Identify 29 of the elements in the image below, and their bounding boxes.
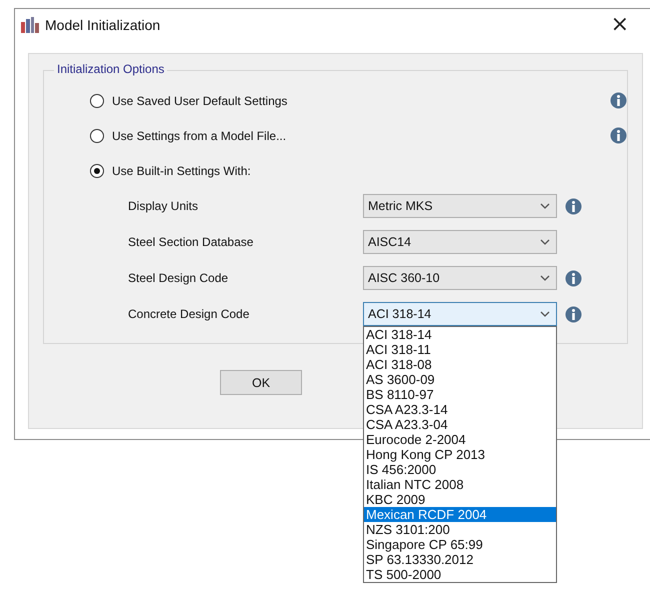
- setting-label: Concrete Design Code: [128, 307, 250, 321]
- caret-icon: [540, 203, 550, 209]
- close-button[interactable]: ×: [604, 14, 635, 36]
- ok-button[interactable]: OK: [220, 370, 302, 395]
- setting-label: Display Units: [128, 199, 200, 213]
- setting-label: Steel Design Code: [128, 271, 230, 285]
- dropdown[interactable]: ACI 318-14: [363, 302, 557, 326]
- option-label: Use Built-in Settings With:: [112, 164, 252, 178]
- app-icon: [21, 17, 39, 33]
- option-label: Use Settings from a Model File...: [112, 128, 288, 142]
- info-icon[interactable]: [610, 92, 626, 109]
- dropdown-option[interactable]: Mexican RCDF 2004: [364, 507, 556, 522]
- radio-button[interactable]: [90, 128, 104, 142]
- setting-label: Steel Section Database: [128, 235, 254, 249]
- info-icon[interactable]: [564, 270, 582, 286]
- dropdown[interactable]: AISC 360-10: [363, 266, 557, 290]
- info-icon[interactable]: [564, 198, 582, 214]
- info-icon[interactable]: [610, 127, 626, 144]
- caret-icon: [540, 275, 550, 281]
- window-title: Model Initialization: [45, 17, 162, 33]
- option-label: Use Saved User Default Settings: [112, 94, 288, 108]
- group-label: Initialization Options: [54, 62, 168, 76]
- info-icon[interactable]: [564, 306, 582, 322]
- caret-icon: [540, 311, 550, 317]
- dropdown[interactable]: Metric MKS: [363, 194, 557, 218]
- dropdown[interactable]: AISC14: [363, 230, 557, 254]
- radio-button[interactable]: [90, 94, 104, 108]
- caret-icon: [540, 239, 550, 245]
- radio-button[interactable]: [90, 164, 104, 178]
